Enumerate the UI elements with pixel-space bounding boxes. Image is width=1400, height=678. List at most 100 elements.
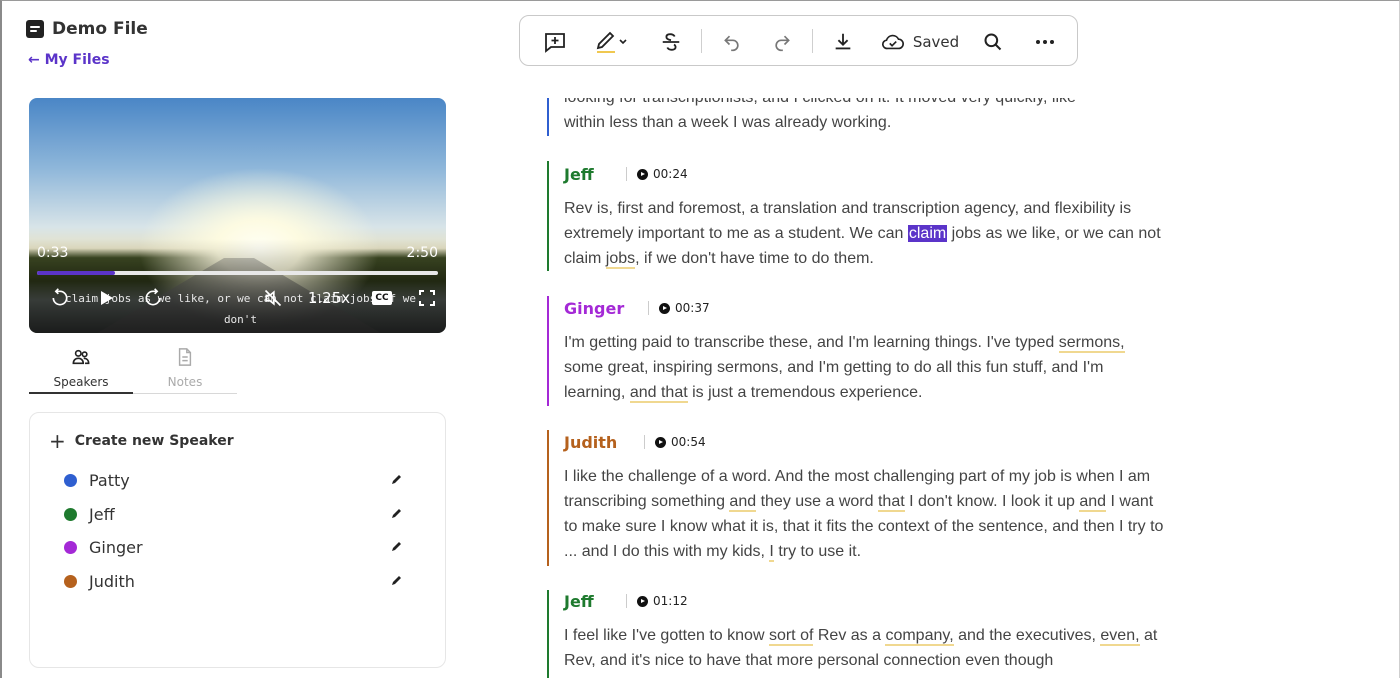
tab-notes[interactable]: Notes [133,348,237,389]
rewind-button[interactable] [48,286,72,310]
speaker-label[interactable]: Jeff [564,592,626,611]
search-button[interactable] [979,16,1007,67]
play-circle-icon [659,302,670,314]
transcript-block[interactable]: Judith 00:54 I like the challenge of a w… [564,430,1164,564]
low-confidence-word[interactable]: that [877,493,905,512]
edit-pencil-icon[interactable] [390,472,404,486]
low-confidence-word[interactable]: company, [885,627,954,646]
transcript-paragraph[interactable]: I'm getting paid to transcribe these, an… [564,330,1164,405]
fullscreen-icon [419,290,435,306]
create-speaker-label: Create new Speaker [74,433,234,449]
search-icon [984,33,1002,50]
cloud-check-icon [881,34,904,49]
more-options-button[interactable] [1030,16,1060,67]
speaker-header: Jeff 01:12 [564,589,1164,613]
speaker-item-patty[interactable]: Patty [64,467,404,493]
speaker-item-jeff[interactable]: Jeff [64,501,404,527]
caption-line-2: don't [223,313,258,326]
play-icon [101,291,113,305]
low-confidence-word[interactable]: sort of [768,627,814,646]
speaker-label[interactable]: Judith [564,433,644,452]
speaker-label[interactable]: Ginger [564,299,648,318]
saved-label: Saved [912,32,960,51]
timestamp-value: 01:12 [653,594,688,608]
speakers-panel: + Create new Speaker Patty Jeff Ginger J… [29,412,446,668]
paragraph-text-part: I feel like I've gotten to know [564,627,769,644]
low-confidence-word[interactable]: even, [1100,627,1140,646]
selected-word[interactable]: claim [907,225,948,242]
add-note-button[interactable] [540,16,570,67]
active-tab-indicator [29,392,133,394]
transcript-paragraph[interactable]: Rev is, first and foremost, a translatio… [564,196,1164,271]
undo-button[interactable] [718,16,746,67]
create-speaker-button[interactable]: + Create new Speaker [49,431,234,451]
file-title-text: Demo File [52,19,148,39]
redo-icon [775,35,790,51]
speaker-header: Ginger 00:37 [564,296,1164,320]
editor-toolbar: Saved [519,15,1078,66]
speaker-item-judith[interactable]: Judith [64,568,404,594]
play-button[interactable] [95,286,119,310]
paragraph-text-part: is just a tremendous experience. [687,384,923,401]
transcript-block[interactable]: Jeff 01:12 I feel like I've gotten to kn… [564,589,1164,673]
highlight-button[interactable] [590,16,632,67]
redo-button[interactable] [768,16,796,67]
more-horizontal-icon [1036,39,1054,44]
divider [644,435,645,449]
closed-captions-icon: CC [372,291,392,305]
speaker-item-ginger[interactable]: Ginger [64,534,404,560]
paragraph-text-part: I'm getting paid to transcribe these, an… [564,334,1059,351]
speaker-name: Patty [89,470,130,490]
timestamp-value: 00:37 [675,301,710,315]
speaker-name: Judith [89,571,135,591]
low-confidence-word[interactable]: and that [629,384,688,403]
transcript-paragraph[interactable]: I feel like I've gotten to know sort of … [564,623,1164,673]
back-to-my-files-link[interactable]: ← My Files [28,52,110,68]
playback-rate-button[interactable]: 1.25x [307,286,351,310]
transcript-block[interactable]: Jeff 00:24 Rev is, first and foremost, a… [564,162,1164,271]
speaker-name: Ginger [89,537,143,557]
timestamp-button[interactable]: 00:37 [659,301,710,315]
transcript-partial-paragraph[interactable]: looking for transcriptionists, and I cli… [564,98,1164,135]
paragraph-text-part: try to use it. [773,543,862,560]
current-time: 0:33 [37,245,69,261]
transcript-editor[interactable]: looking for transcriptionists, and I cli… [496,98,1212,678]
transcript-block[interactable]: Ginger 00:37 I'm getting paid to transcr… [564,296,1164,405]
edit-pencil-icon[interactable] [390,539,404,553]
divider [648,301,649,315]
low-confidence-word[interactable]: and [729,493,757,512]
duration: 2:50 [406,245,438,261]
captions-button[interactable]: CC [370,286,394,310]
paragraph-text-part: , if we don't have time to do them. [635,250,874,267]
seek-bar-progress [37,271,115,275]
tab-speakers[interactable]: Speakers [29,348,133,389]
speaker-bar-judith [547,430,549,566]
speaker-bar-ginger [547,296,549,406]
mute-button[interactable] [261,286,285,310]
download-button[interactable] [828,16,858,67]
edit-pencil-icon[interactable] [390,506,404,520]
divider [626,594,627,608]
add-comment-icon [545,32,565,53]
low-confidence-word[interactable]: sermons, [1058,334,1125,353]
low-confidence-word[interactable]: jobs [605,250,636,269]
timestamp-button[interactable]: 01:12 [637,594,688,608]
timestamp-button[interactable]: 00:54 [655,435,706,449]
low-confidence-word[interactable]: and [1079,493,1107,512]
partial-line-1: looking for transcriptionists, and I cli… [564,98,1164,110]
timestamp-button[interactable]: 00:24 [637,167,688,181]
video-player[interactable]: 0:33 2:50 claim jobs as we like, or we c… [29,98,446,333]
edit-pencil-icon[interactable] [390,573,404,587]
transcript-paragraph[interactable]: I like the challenge of a word. And the … [564,464,1164,564]
volume-muted-icon [264,289,282,307]
forward-button[interactable] [141,286,165,310]
paragraph-text-part: I don't know. I look it up [904,493,1080,510]
speaker-label[interactable]: Jeff [564,165,626,184]
paragraph-text-part: and the executives, [953,627,1101,644]
play-circle-icon [637,168,648,180]
seek-bar[interactable] [37,271,438,275]
fullscreen-button[interactable] [415,286,439,310]
strikethrough-button[interactable] [656,16,686,67]
toolbar-divider [812,29,813,53]
paragraph-text-part: Rev as a [813,627,886,644]
